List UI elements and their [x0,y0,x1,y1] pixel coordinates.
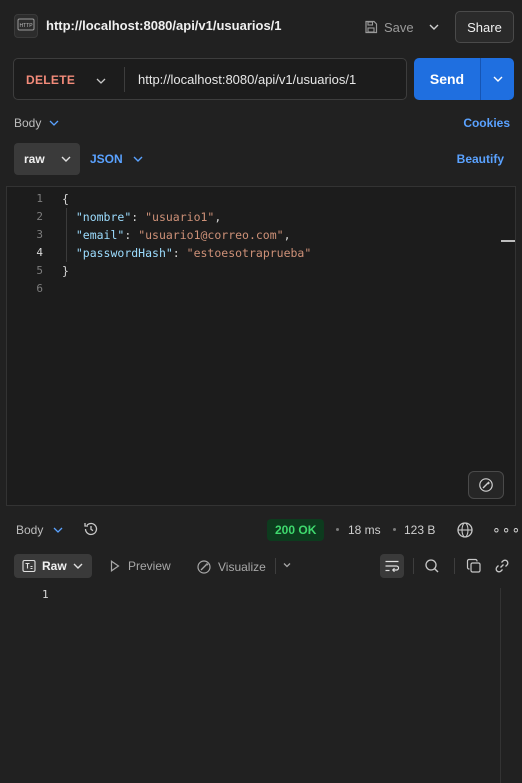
chevron-down-icon [283,563,291,568]
divider [124,67,125,92]
line-gutter: 1 2 3 4 5 6 [7,190,45,298]
visualize-options-dropdown[interactable] [281,559,293,574]
top-bar: HTTP http://localhost:8080/api/v1/usuari… [0,0,522,52]
send-options-dropdown[interactable] [481,58,514,100]
http-request-icon: HTTP [14,14,38,38]
save-button[interactable]: Save [364,15,414,39]
response-body-viewer[interactable]: 1 [0,588,522,783]
code-line: "passwordHash": "estoesotraprueba" [75,246,312,260]
share-button[interactable]: Share [455,11,514,43]
chevron-down-icon [493,76,502,82]
svg-text:HTTP: HTTP [19,23,33,29]
chevron-down-icon [133,156,143,162]
scrollbar-track[interactable] [500,588,501,783]
save-options-dropdown[interactable] [424,15,444,39]
globe-icon[interactable] [456,521,474,542]
preview-label: Preview [128,559,171,573]
response-body-tab[interactable]: Body [16,523,63,537]
divider [275,558,276,574]
preview-tab[interactable]: Preview [110,559,171,573]
line-number: 4 [36,246,43,259]
line-number: 6 [36,282,43,295]
code-line: { [62,192,69,206]
cookies-link[interactable]: Cookies [463,116,510,130]
url-input[interactable]: http://localhost:8080/api/v1/usuarios/1 [138,72,356,87]
divider [413,558,414,574]
chevron-down-icon [49,120,59,126]
wrap-lines-button[interactable] [380,554,404,578]
link-icon[interactable] [494,558,510,577]
line-number: 2 [36,210,43,223]
scrollbar-marker[interactable] [501,240,515,242]
format-json-dropdown[interactable]: JSON [90,152,143,166]
separator-dot [393,528,396,531]
response-body-label: Body [16,523,44,537]
response-size[interactable]: 123 B [404,523,435,537]
code-line: } [62,264,69,278]
visualize-icon [197,560,211,574]
json-label: JSON [90,152,123,166]
chevron-down-icon [73,563,83,569]
separator-dot [336,528,339,531]
save-icon [365,20,378,34]
line-number: 3 [36,228,43,241]
line-number: 1 [42,588,49,601]
wrap-icon [385,560,400,573]
save-label: Save [384,19,414,35]
sparkle-icon [479,478,493,492]
visualize-tab[interactable]: Visualize [196,559,266,575]
search-icon[interactable] [424,558,440,577]
chevron-down-icon [53,527,63,533]
visualize-label: Visualize [218,560,266,574]
code-line: "email": "usuario1@correo.com", [75,228,291,242]
request-body-tab[interactable]: Body [14,116,59,130]
request-title[interactable]: http://localhost:8080/api/v1/usuarios/1 [46,18,282,33]
status-badge[interactable]: 200 OK [267,519,325,541]
method-selector[interactable]: DELETE [26,73,75,87]
code-line: "nombre": "usuario1", [75,210,222,224]
response-view-raw-dropdown[interactable]: Raw [14,554,92,578]
chevron-down-icon [61,156,71,162]
raw-label: raw [24,152,45,166]
body-type-raw-dropdown[interactable]: raw [14,143,80,175]
raw-view-label: Raw [42,559,67,573]
request-body-editor[interactable]: 1 2 3 4 5 6 { "nombre": "usuario1", "ema… [6,186,516,506]
play-icon [110,560,120,572]
line-number: 1 [36,192,43,205]
beautify-button[interactable]: Beautify [457,152,504,166]
divider [454,558,455,574]
history-icon[interactable] [82,520,100,541]
response-time[interactable]: 18 ms [348,523,381,537]
copy-icon[interactable] [466,558,482,577]
line-number: 5 [36,264,43,277]
chevron-down-icon[interactable] [96,72,106,87]
chevron-down-icon [429,24,439,30]
ai-assist-button[interactable] [468,471,504,499]
send-button[interactable]: Send [414,58,480,100]
body-tab-label: Body [14,116,42,130]
code-content[interactable]: { "nombre": "usuario1", "email": "usuari… [62,190,311,298]
send-button-group: Send [414,58,514,100]
request-bar: DELETE http://localhost:8080/api/v1/usua… [13,58,407,100]
more-options-button[interactable]: ∘∘∘ [492,521,521,538]
raw-view-icon [22,559,36,573]
